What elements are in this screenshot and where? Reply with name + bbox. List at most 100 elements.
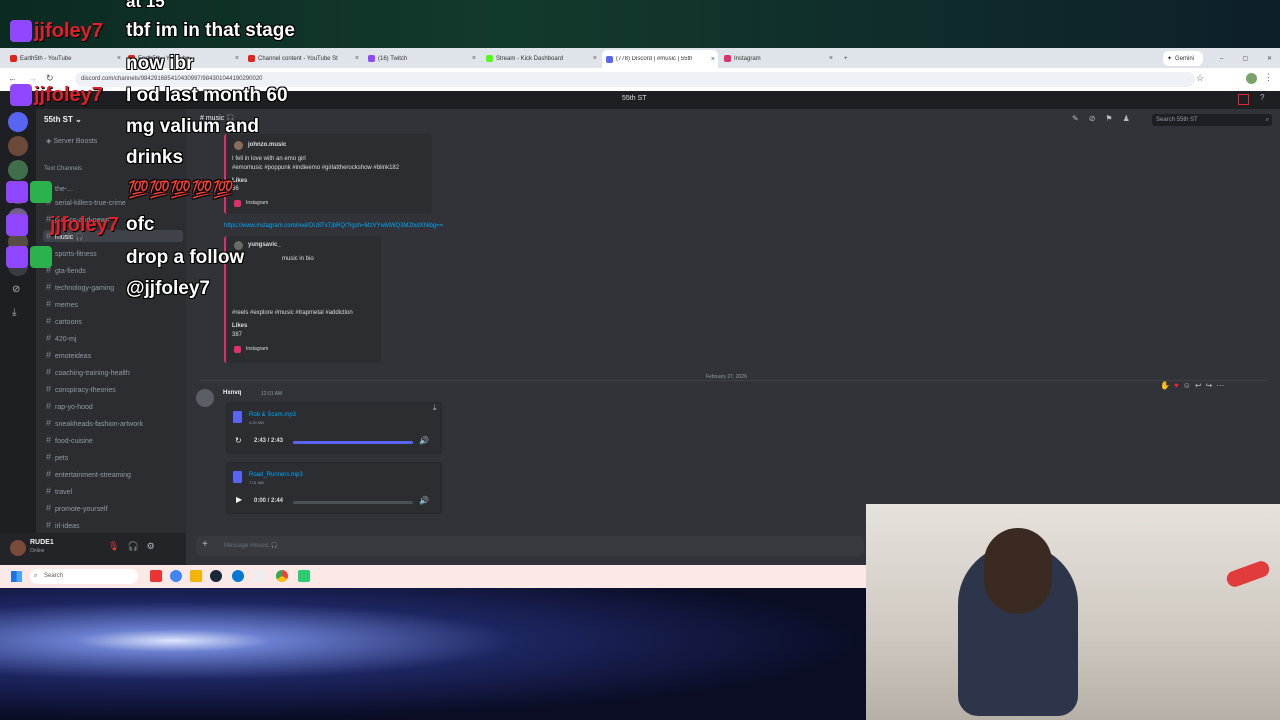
gemini-button[interactable]: ✦ Gemini [1163,51,1203,66]
channel-item[interactable]: # pets [46,452,68,462]
forward-icon[interactable]: → [28,73,37,83]
close-icon[interactable]: × [711,56,715,63]
taskbar-app-icon[interactable] [254,570,266,582]
steam-icon[interactable] [210,570,222,582]
avatar [234,141,243,150]
forward-icon[interactable]: ↪ [1206,381,1217,390]
browser-tab[interactable]: Earth5th - YouTube × [6,51,124,66]
maximize-icon[interactable]: ▢ [1242,55,1248,62]
explore-icon[interactable]: ⊘ [12,284,20,295]
close-window-icon[interactable]: ✕ [1267,55,1272,62]
browser-tab-active[interactable]: (778) Discord | #music | 55th × [602,50,718,68]
audio-file-name[interactable]: Road_Runners.mp3 [249,472,303,478]
windows-start-icon[interactable] [11,571,22,582]
channel-item[interactable]: #sports-fitness [46,248,97,258]
new-tab-button[interactable]: + [840,51,852,66]
audio-progress-track[interactable] [293,501,413,504]
avatar[interactable] [196,389,214,407]
browser-tab[interactable]: Instagram × [720,51,836,66]
channel-item[interactable]: # technology-gaming [46,282,114,292]
volume-icon[interactable]: 🔊 [419,496,429,505]
message-author[interactable]: Hxnvq [223,390,241,396]
download-icon[interactable]: ⤓ [433,403,437,413]
embed-author[interactable]: yungsavic_ [248,242,281,248]
inbox-icon[interactable] [1238,94,1249,105]
taskbar-app-icon[interactable] [170,570,182,582]
search-input[interactable]: Search 55th ST ⌕ [1152,114,1272,126]
bookmark-star-icon[interactable]: ☆ [1196,73,1204,84]
close-icon[interactable]: × [829,55,833,62]
channel-item[interactable]: # coaching-training-health [46,367,130,377]
channel-item[interactable]: # memes [46,299,78,309]
message-link[interactable]: https://www.instagram.com/reel/DU8TxTjbR… [224,223,443,229]
replay-icon[interactable]: ↻ [235,436,242,445]
edge-icon[interactable] [232,570,244,582]
channel-item[interactable]: # conspiracy-theories [46,384,116,394]
channel-item[interactable]: #serial-killers-true-crime [46,197,126,207]
chrome-icon[interactable] [276,570,288,582]
profile-avatar[interactable] [1246,73,1257,84]
close-icon[interactable]: × [472,55,476,62]
channel-item[interactable]: # irl-ideas [46,520,80,530]
channel-item[interactable]: # rap-yo-hood [46,401,93,411]
channel-item[interactable]: # entertainment-streaming [46,469,131,479]
more-icon[interactable]: ⋯ [1216,381,1228,390]
volume-icon[interactable]: 🔊 [419,436,429,445]
settings-gear-icon[interactable]: ⚙ [147,541,163,551]
category-header[interactable]: Text Channels [44,166,82,172]
username[interactable]: RUDE1 [30,539,54,546]
browser-tab[interactable]: (16) Twitch × [364,51,479,66]
channel-item[interactable]: # cartoons [46,316,82,326]
threads-icon[interactable]: ✎ [1072,114,1089,123]
channel-item[interactable]: #420-mj [46,333,76,343]
channel-item[interactable]: # food-cuisine [46,435,93,445]
members-icon[interactable]: ♟ [1123,114,1140,123]
close-icon[interactable]: × [593,55,597,62]
download-icon[interactable]: ⤓ [12,307,16,318]
server-list: ⊘ ⤓ [0,109,36,533]
avatar[interactable] [10,540,26,556]
channel-label: promote-yourself [55,506,108,513]
server-boosts-link[interactable]: ◈ Server Boosts [46,137,97,145]
help-icon[interactable]: ? [1260,93,1264,102]
audio-file-name[interactable]: Rob & Scam.mp3 [249,412,296,418]
channel-item[interactable]: # promote-yourself [46,503,108,513]
close-icon[interactable]: × [117,55,121,62]
server-name-button[interactable]: 55th ST ⌄ [44,115,82,124]
taskbar-search[interactable]: ⌕ Search [30,569,138,584]
taskbar-app-icon[interactable] [150,570,162,582]
add-attachment-icon[interactable]: + [202,539,208,550]
close-icon[interactable]: × [355,55,359,62]
channel-item[interactable]: # gta-fiends [46,265,86,275]
mic-muted-icon[interactable]: 🎙 [108,541,127,551]
channel-item[interactable]: # sneakheads-fashion-artwork [46,418,143,428]
hash-icon: # [46,520,52,530]
browser-tab[interactable]: Channel content - YouTube St × [244,51,362,66]
wave-reaction-icon[interactable]: ✋ [1160,381,1174,390]
file-explorer-icon[interactable] [190,570,202,582]
reply-icon[interactable]: ↩ [1195,381,1206,390]
play-icon[interactable]: ▶ [236,495,242,504]
headphones-icon[interactable]: 🎧 [127,541,146,551]
channel-item[interactable]: # travel [46,486,72,496]
server-icon[interactable] [8,136,28,156]
minimize-icon[interactable]: – [1220,56,1223,62]
server-icon[interactable] [8,160,28,180]
browser-menu-icon[interactable]: ⋮ [1264,72,1273,83]
add-reaction-icon[interactable]: ☺ [1183,381,1195,390]
browser-tab[interactable]: Stream - Kick Dashboard × [482,51,600,66]
audio-progress-track[interactable] [293,441,413,444]
window-controls: – ▢ ✕ [1216,51,1276,66]
close-icon[interactable]: × [235,55,239,62]
tab-label: Channel content - YouTube St [258,55,338,62]
message-composer[interactable]: + Message #music 🎧 [196,536,864,556]
embed-author[interactable]: johnzo.music [248,142,286,148]
server-icon[interactable] [8,112,28,132]
heart-reaction-icon[interactable]: ♥ [1174,381,1183,390]
pin-icon[interactable]: ⚑ [1105,114,1122,123]
channel-item[interactable]: # emoteideas [46,350,91,360]
reload-icon[interactable]: ↻ [46,73,54,84]
taskbar-app-icon[interactable] [298,570,310,582]
mute-icon[interactable]: ⊘ [1089,114,1106,123]
back-icon[interactable]: ← [8,73,17,83]
